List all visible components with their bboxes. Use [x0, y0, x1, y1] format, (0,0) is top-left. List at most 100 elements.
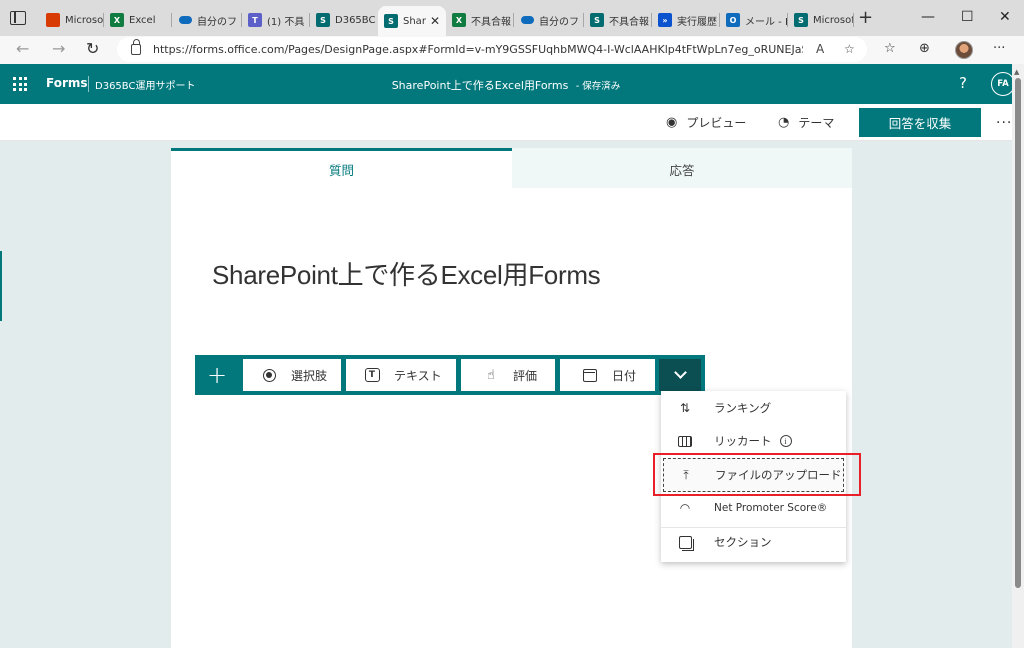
browser-tab[interactable]: » 実行履歴 [652, 6, 720, 34]
browser-tab-label: Shar [403, 15, 426, 27]
menu-item-label: リッカート [714, 434, 772, 448]
menu-item-net-promoter-score[interactable]: ◠ Net Promoter Score® [661, 493, 846, 523]
forward-arrow-icon[interactable]: → [52, 40, 65, 58]
browser-tab[interactable]: O メール - F [720, 6, 788, 34]
browser-tab[interactable]: S 不具合報 [584, 6, 652, 34]
choice-question-button[interactable]: 選択肢 [243, 359, 341, 391]
browser-tab-strip: Microsof X Excel 自分のフ T (1) 不具 S D365BC … [0, 0, 1024, 36]
tab-responses[interactable]: 応答 [512, 148, 852, 188]
browser-tab-active[interactable]: S Shar ✕ [378, 6, 446, 36]
menu-item-ranking[interactable]: ⇅ ランキング [661, 393, 846, 423]
preview-label: プレビュー [686, 116, 747, 130]
browser-tab[interactable]: S D365BC [310, 6, 378, 34]
browser-tab[interactable]: 自分のフ [514, 6, 584, 34]
theme-button[interactable]: ◔ テーマ [778, 114, 834, 131]
office-icon [46, 13, 60, 27]
sharepoint-icon: S [384, 14, 398, 28]
help-button[interactable]: ? [959, 74, 967, 92]
preview-button[interactable]: ◉ プレビュー [666, 114, 746, 131]
add-question-button[interactable]: + [195, 355, 239, 395]
browser-tab[interactable]: X 不具合報 [446, 6, 514, 34]
excel-icon: X [110, 13, 124, 27]
browser-tab[interactable]: 自分のフ [172, 6, 242, 34]
more-question-types-button[interactable] [659, 359, 701, 391]
browser-tab-label: Microsof [813, 14, 854, 26]
calendar-icon [582, 368, 598, 382]
tab-actions-icon[interactable] [10, 11, 26, 25]
more-options-button[interactable]: ··· [996, 115, 1012, 131]
onedrive-icon [520, 13, 534, 27]
theme-label: テーマ [798, 116, 835, 130]
thumbs-up-icon: ☝ [487, 367, 495, 383]
likert-grid-icon [678, 435, 692, 447]
palette-icon: ◔ [778, 115, 790, 130]
add-question-toolbar: + 選択肢 T テキスト ☝ 評価 日付 [195, 355, 705, 395]
menu-item-label: セクション [714, 535, 772, 549]
browser-toolbar: ← → ↻ https://forms.office.com/Pages/Des… [0, 36, 1024, 64]
browser-tab[interactable]: T (1) 不具 [242, 6, 310, 34]
browser-tab-label: 自分のフ [539, 16, 579, 28]
browser-tab[interactable]: S Microsof [788, 6, 854, 34]
form-title[interactable]: SharePoint上で作るExcel用Forms [212, 255, 601, 292]
forms-header: Forms D365BC運用サポート SharePoint上で作るExcel用F… [0, 64, 1015, 104]
info-icon[interactable]: i [779, 435, 792, 447]
text-icon: T [364, 368, 380, 382]
collections-icon[interactable]: ⊕ [919, 41, 930, 56]
close-tab-icon[interactable]: ✕ [426, 14, 440, 28]
favorites-icon[interactable]: ☆ [884, 41, 896, 56]
gauge-icon: ◠ [679, 501, 691, 515]
browser-tab-label: 不具合報 [609, 16, 649, 28]
tab-questions[interactable]: 質問 [171, 148, 512, 188]
date-question-button[interactable]: 日付 [560, 359, 655, 391]
address-bar[interactable]: https://forms.office.com/Pages/DesignPag… [117, 37, 867, 62]
browser-tab-label: 実行履歴 [677, 16, 717, 28]
scrollbar-thumb[interactable] [1015, 78, 1021, 588]
sharepoint-icon: S [590, 13, 604, 27]
url-text[interactable]: https://forms.office.com/Pages/DesignPag… [153, 43, 803, 56]
browser-tab[interactable]: Microsof [40, 6, 104, 34]
annotation-highlight-box [653, 453, 861, 496]
menu-item-label: Net Promoter Score® [714, 502, 828, 514]
close-window-button[interactable]: ✕ [999, 9, 1011, 25]
minimize-button[interactable]: — [921, 9, 935, 25]
choice-label: 選択肢 [291, 368, 328, 383]
rating-question-button[interactable]: ☝ 評価 [461, 359, 555, 391]
excel-icon: X [452, 13, 466, 27]
date-label: 日付 [612, 368, 637, 383]
menu-item-label: ランキング [714, 401, 772, 415]
chevron-down-icon [673, 366, 687, 379]
browser-tab-label: D365BC [335, 14, 376, 26]
outlook-icon: O [726, 13, 740, 27]
new-tab-button[interactable]: + [858, 9, 873, 27]
browser-tab-label: メール - F [745, 16, 788, 28]
sort-arrows-icon: ⇅ [679, 401, 691, 415]
scroll-up-icon[interactable]: ▲ [1014, 68, 1019, 76]
maximize-button[interactable]: ☐ [961, 9, 974, 25]
browser-tab-label: 自分のフ [197, 16, 237, 28]
settings-more-icon[interactable]: ··· [993, 41, 1005, 56]
power-automate-icon: » [658, 13, 672, 27]
favorite-star-icon[interactable]: ☆ [844, 42, 855, 56]
collect-responses-button[interactable]: 回答を収集 [859, 108, 981, 137]
sharepoint-icon: S [316, 13, 330, 27]
menu-item-likert[interactable]: リッカート i [661, 426, 846, 456]
form-tabs: 質問 応答 [171, 148, 852, 188]
back-arrow-icon[interactable]: ← [16, 40, 29, 58]
refresh-icon[interactable]: ↻ [86, 40, 99, 58]
text-question-button[interactable]: T テキスト [346, 359, 456, 391]
menu-item-section[interactable]: セクション [661, 527, 846, 557]
read-aloud-icon[interactable]: A [816, 42, 824, 56]
lock-icon[interactable] [131, 39, 141, 55]
browser-tab-label: Microsof [65, 14, 104, 26]
sharepoint-icon: S [794, 13, 808, 27]
browser-tab[interactable]: X Excel [104, 6, 172, 34]
rating-label: 評価 [513, 368, 538, 383]
command-bar: ◉ プレビュー ◔ テーマ 回答を収集 ··· [0, 104, 1012, 141]
radio-icon [261, 368, 277, 382]
text-label: テキスト [394, 368, 442, 383]
onedrive-icon [178, 13, 192, 27]
document-title: SharePoint上で作るExcel用Forms - 保存済み [0, 77, 1012, 93]
teams-icon: T [248, 13, 262, 27]
eye-icon: ◉ [666, 115, 678, 130]
profile-avatar[interactable] [955, 41, 973, 59]
